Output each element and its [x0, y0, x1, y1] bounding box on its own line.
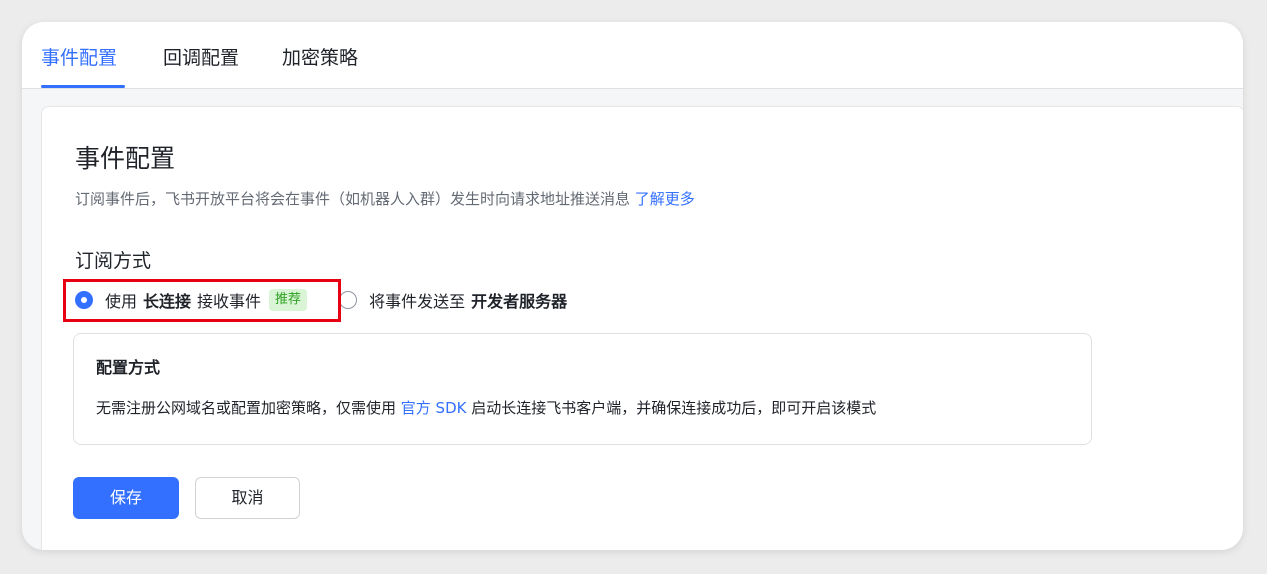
option-prefix: 使用 [105, 292, 138, 311]
config-method-panel: 配置方式 无需注册公网域名或配置加密策略，仅需使用 官方 SDK 启动长连接飞书… [73, 333, 1092, 445]
page-description: 订阅事件后，飞书开放平台将会在事件（如机器人入群）发生时向请求地址推送消息 了解… [75, 188, 695, 210]
option-bold-text: 开发者服务器 [471, 292, 568, 311]
learn-more-link[interactable]: 了解更多 [635, 190, 695, 208]
radio-unchecked-icon[interactable] [339, 291, 358, 309]
tab-event-config[interactable]: 事件配置 [41, 46, 117, 70]
page-title: 事件配置 [75, 144, 176, 173]
config-method-title: 配置方式 [96, 358, 161, 377]
app-window: 事件配置 回调配置 加密策略 事件配置 订阅事件后，飞书开放平台将会在事件（如机… [22, 22, 1243, 550]
cancel-button[interactable]: 取消 [195, 477, 300, 519]
option-prefix: 将事件发送至 [369, 292, 466, 311]
radio-checked-icon[interactable] [75, 291, 93, 309]
description-text: 订阅事件后，飞书开放平台将会在事件（如机器人入群）发生时向请求地址推送消息 [75, 190, 635, 208]
recommended-tag: 推荐 [269, 289, 308, 311]
save-button[interactable]: 保存 [73, 477, 179, 519]
active-tab-indicator [41, 85, 125, 88]
tab-encryption-policy[interactable]: 加密策略 [282, 46, 358, 70]
subscription-method-radio-group: 使用 长连接 接收事件 推荐 将事件发送至 开发者服务器 [75, 287, 573, 313]
info-text-before: 无需注册公网域名或配置加密策略，仅需使用 [96, 399, 401, 417]
tab-callback-config[interactable]: 回调配置 [163, 46, 239, 70]
option-bold-text: 长连接 [143, 292, 192, 311]
official-sdk-link[interactable]: 官方 SDK [401, 399, 467, 417]
radio-option-long-connection[interactable]: 使用 长连接 接收事件 推荐 [75, 288, 308, 312]
subscription-method-label: 订阅方式 [75, 250, 152, 272]
option-suffix: 接收事件 [197, 292, 262, 311]
event-config-card: 事件配置 订阅事件后，飞书开放平台将会在事件（如机器人入群）发生时向请求地址推送… [41, 106, 1243, 550]
config-method-text: 无需注册公网域名或配置加密策略，仅需使用 官方 SDK 启动长连接飞书客户端，并… [96, 397, 876, 419]
tab-bar: 事件配置 回调配置 加密策略 [22, 22, 1243, 89]
info-text-after: 启动长连接飞书客户端，并确保连接成功后，即可开启该模式 [466, 399, 877, 417]
radio-option-developer-server[interactable]: 将事件发送至 开发者服务器 [339, 288, 573, 312]
